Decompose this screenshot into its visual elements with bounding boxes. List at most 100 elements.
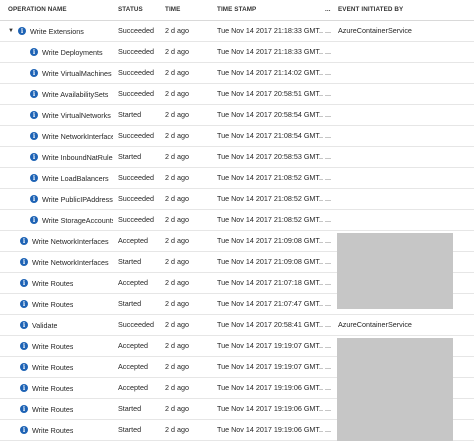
more-text: ... bbox=[325, 215, 331, 224]
operation-cell: i Write Routes bbox=[20, 420, 113, 440]
operation-name[interactable]: Write Deployments bbox=[42, 48, 103, 57]
table-row[interactable]: i Write LoadBalancers Succeeded 2 d ago Tue … bbox=[0, 168, 474, 189]
status-text: Accepted bbox=[118, 236, 148, 245]
time-text: 2 d ago bbox=[165, 362, 189, 371]
operation-name[interactable]: Write StorageAccounts bbox=[42, 216, 113, 225]
operation-name[interactable]: Validate bbox=[32, 321, 57, 330]
operation-name[interactable]: Write Routes bbox=[32, 426, 73, 435]
time-text: 2 d ago bbox=[165, 341, 189, 350]
col-header-status[interactable]: STATUS bbox=[118, 0, 162, 20]
time-stamp-text: Tue Nov 14 2017 20:58:54 GMT... bbox=[217, 110, 323, 119]
operation-cell: i Write StorageAccounts bbox=[30, 210, 113, 230]
info-icon: i bbox=[20, 342, 28, 350]
initiated-by-text bbox=[338, 84, 470, 104]
more-text: ... bbox=[325, 110, 331, 119]
col-header-time[interactable]: TIME bbox=[165, 0, 213, 20]
time-text: 2 d ago bbox=[165, 257, 189, 266]
col-header-time-stamp[interactable]: TIME STAMP bbox=[217, 0, 323, 20]
operation-name[interactable]: Write PublicIPAddresses bbox=[42, 195, 113, 204]
info-icon: i bbox=[30, 90, 38, 98]
operation-cell: i Write NetworkInterfaces bbox=[20, 231, 113, 251]
more-text: ... bbox=[325, 299, 331, 308]
operation-name[interactable]: Write VirtualNetworks bbox=[42, 111, 111, 120]
operation-cell: i Write Deployments bbox=[30, 42, 113, 62]
time-text: 2 d ago bbox=[165, 320, 189, 329]
time-text: 2 d ago bbox=[165, 131, 189, 140]
initiated-by-text: AzureContainerService bbox=[338, 26, 412, 35]
more-text: ... bbox=[325, 47, 331, 56]
time-stamp-text: Tue Nov 14 2017 19:19:07 GMT... bbox=[217, 341, 323, 350]
col-header-more[interactable]: ... bbox=[325, 0, 335, 20]
operation-name[interactable]: Write Routes bbox=[32, 405, 73, 414]
initiated-by-text bbox=[338, 189, 470, 209]
initiated-by-text bbox=[338, 210, 470, 230]
more-text: ... bbox=[325, 278, 331, 287]
status-text: Started bbox=[118, 110, 142, 119]
operation-name[interactable]: Write NetworkInterfaces bbox=[32, 258, 109, 267]
table-row[interactable]: i Write Deployments Succeeded 2 d ago Tue No… bbox=[0, 42, 474, 63]
time-stamp-text: Tue Nov 14 2017 20:58:53 GMT... bbox=[217, 152, 323, 161]
operation-name[interactable]: Write NetworkInterfaces bbox=[32, 237, 109, 246]
info-icon: i bbox=[20, 300, 28, 308]
table-row[interactable]: ▼ i Write Extensions Succeeded 2 d ago Tue No… bbox=[0, 21, 474, 42]
table-row[interactable]: i Write AvailabilitySets Succeeded 2 d ago T… bbox=[0, 84, 474, 105]
table-row[interactable]: i Write VirtualNetworks Started 2 d ago Tue … bbox=[0, 105, 474, 126]
operation-name[interactable]: Write Routes bbox=[32, 300, 73, 309]
more-text: ... bbox=[325, 68, 331, 77]
operation-name[interactable]: Write LoadBalancers bbox=[42, 174, 109, 183]
operation-name[interactable]: Write Routes bbox=[32, 363, 73, 372]
time-text: 2 d ago bbox=[165, 89, 189, 98]
time-stamp-text: Tue Nov 14 2017 21:08:52 GMT... bbox=[217, 173, 323, 182]
more-text: ... bbox=[325, 236, 331, 245]
time-text: 2 d ago bbox=[165, 383, 189, 392]
time-text: 2 d ago bbox=[165, 236, 189, 245]
time-stamp-text: Tue Nov 14 2017 19:19:07 GMT... bbox=[217, 362, 323, 371]
operation-cell: i Write Routes bbox=[20, 378, 113, 398]
table-row[interactable]: i Write VirtualMachines Succeeded 2 d ago Tu… bbox=[0, 63, 474, 84]
table-row[interactable]: i Write NetworkInterfaces Succeeded 2 d ago… bbox=[0, 126, 474, 147]
info-icon: i bbox=[20, 405, 28, 413]
table-row[interactable]: i Validate Succeeded 2 d ago Tue Nov 14 2017… bbox=[0, 315, 474, 336]
operation-name[interactable]: Write Routes bbox=[32, 384, 73, 393]
status-text: Succeeded bbox=[118, 320, 154, 329]
operation-cell: i Write NetworkInterfaces bbox=[30, 126, 113, 146]
info-icon: i bbox=[30, 153, 38, 161]
status-text: Started bbox=[118, 404, 142, 413]
table-row[interactable]: i Write PublicIPAddresses Succeeded 2 d ago… bbox=[0, 189, 474, 210]
more-text: ... bbox=[325, 383, 331, 392]
table-header: OPERATION NAME STATUS TIME TIME STAMP ..… bbox=[0, 0, 474, 21]
operation-name[interactable]: Write VirtualMachines bbox=[42, 69, 112, 78]
initiated-by-text bbox=[338, 147, 470, 167]
status-text: Started bbox=[118, 152, 142, 161]
col-header-operation-name[interactable]: OPERATION NAME bbox=[8, 0, 113, 20]
status-text: Started bbox=[118, 425, 142, 434]
operation-name[interactable]: Write Routes bbox=[32, 342, 73, 351]
info-icon: i bbox=[18, 27, 26, 35]
status-text: Succeeded bbox=[118, 173, 154, 182]
info-icon: i bbox=[20, 237, 28, 245]
time-stamp-text: Tue Nov 14 2017 20:58:41 GMT... bbox=[217, 320, 323, 329]
operation-cell: i Write Routes bbox=[20, 357, 113, 377]
info-icon: i bbox=[30, 48, 38, 56]
col-header-event-initiated-by[interactable]: EVENT INITIATED BY bbox=[338, 0, 470, 20]
redacted-region bbox=[337, 233, 453, 309]
info-icon: i bbox=[30, 195, 38, 203]
initiated-by-text bbox=[338, 105, 470, 125]
operation-name[interactable]: Write InboundNatRules bbox=[42, 153, 113, 162]
status-text: Succeeded bbox=[118, 47, 154, 56]
operation-name[interactable]: Write AvailabilitySets bbox=[42, 90, 108, 99]
operation-cell: i Write VirtualMachines bbox=[30, 63, 113, 83]
info-icon: i bbox=[30, 174, 38, 182]
operation-cell: ▼ i Write Extensions bbox=[8, 21, 113, 41]
operation-name[interactable]: Write Extensions bbox=[30, 27, 84, 36]
operation-name[interactable]: Write Routes bbox=[32, 279, 73, 288]
table-row[interactable]: i Write InboundNatRules Started 2 d ago Tue … bbox=[0, 147, 474, 168]
more-text: ... bbox=[325, 152, 331, 161]
table-row[interactable]: i Write StorageAccounts Succeeded 2 d ago Tu… bbox=[0, 210, 474, 231]
operation-name[interactable]: Write NetworkInterfaces bbox=[42, 132, 113, 141]
activity-log-table: OPERATION NAME STATUS TIME TIME STAMP ..… bbox=[0, 0, 474, 441]
time-stamp-text: Tue Nov 14 2017 21:08:52 GMT... bbox=[217, 215, 323, 224]
time-stamp-text: Tue Nov 14 2017 19:19:06 GMT... bbox=[217, 383, 323, 392]
caret-down-icon[interactable]: ▼ bbox=[8, 28, 16, 34]
operation-cell: i Write NetworkInterfaces bbox=[20, 252, 113, 272]
